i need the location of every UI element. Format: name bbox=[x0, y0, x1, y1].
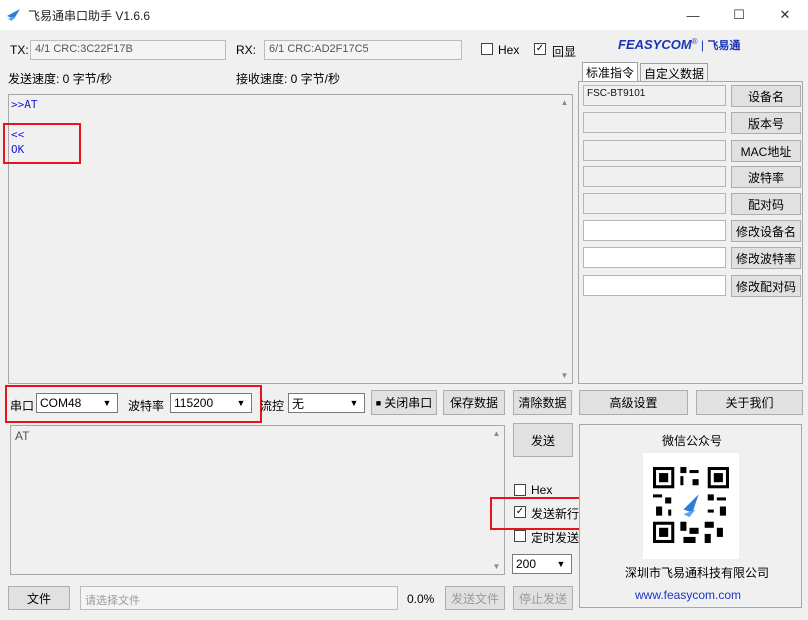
company-name: 深圳市飞易通科技有限公司 bbox=[625, 566, 770, 580]
tx-stats-field: 4/1 CRC:3C22F17B bbox=[30, 40, 226, 60]
send-hex-label: Hex bbox=[531, 483, 553, 497]
chevron-down-icon: ▼ bbox=[556, 559, 566, 569]
wechat-panel: 微信公众号 深圳市飞易通科技有限公司 www.feasycom.com bbox=[579, 424, 802, 608]
save-data-button[interactable]: 保存数据 bbox=[443, 390, 505, 415]
highlight-newline-box bbox=[490, 497, 587, 530]
rx-stats-field: 6/1 CRC:AD2F17C5 bbox=[264, 40, 462, 60]
clear-data-button[interactable]: 清除数据 bbox=[513, 390, 572, 415]
stop-square-icon: ■ bbox=[375, 397, 382, 408]
rx-label: RX: bbox=[236, 43, 257, 57]
recv-line-cmd: >>AT bbox=[11, 98, 38, 111]
modify-pairing-code-button[interactable]: 修改配对码 bbox=[731, 275, 801, 297]
brand-logo-cn: 飞易通 bbox=[707, 40, 741, 52]
modify-device-name-button[interactable]: 修改设备名 bbox=[731, 220, 801, 242]
chevron-down-icon: ▼ bbox=[349, 398, 359, 408]
send-progress-text: 0.0% bbox=[407, 592, 435, 606]
baud-rate-field[interactable] bbox=[583, 166, 726, 187]
flow-label: 流控 bbox=[260, 399, 285, 413]
qr-code-icon bbox=[653, 467, 729, 543]
tab-custom-data[interactable]: 自定义数据 bbox=[640, 63, 709, 82]
receive-area[interactable]: >>AT << OK ▲ ▼ bbox=[8, 94, 573, 384]
timer-send-checkbox[interactable] bbox=[514, 530, 526, 542]
highlight-port-box bbox=[5, 385, 262, 423]
scroll-down-icon[interactable]: ▼ bbox=[489, 559, 504, 574]
minimize-button[interactable]: — bbox=[670, 0, 716, 30]
modify-device-name-field[interactable] bbox=[583, 220, 726, 241]
maximize-button[interactable]: ☐ bbox=[716, 0, 762, 30]
website-link[interactable]: www.feasycom.com bbox=[635, 588, 741, 602]
timer-send-label: 定时发送 bbox=[531, 531, 580, 545]
pairing-code-field[interactable] bbox=[583, 193, 726, 214]
send-text: AT bbox=[15, 429, 30, 443]
file-button[interactable]: 文件 bbox=[8, 586, 70, 610]
hex-display-label: Hex bbox=[498, 43, 520, 57]
echo-checkbox[interactable]: ✓ bbox=[534, 43, 546, 55]
mac-address-field[interactable] bbox=[583, 140, 726, 161]
version-field[interactable] bbox=[583, 112, 726, 133]
send-speed-text: 发送速度: 0 字节/秒 bbox=[8, 72, 113, 86]
version-button[interactable]: 版本号 bbox=[731, 112, 801, 134]
mac-address-button[interactable]: MAC地址 bbox=[731, 140, 801, 162]
highlight-ok-box bbox=[3, 123, 81, 164]
pairing-code-button[interactable]: 配对码 bbox=[731, 193, 801, 215]
modify-pairing-code-field[interactable] bbox=[583, 275, 726, 296]
app-logo-icon bbox=[7, 9, 20, 21]
file-path-input[interactable]: 请选择文件 bbox=[80, 586, 398, 610]
device-name-button[interactable]: 设备名 bbox=[731, 85, 801, 107]
recv-speed-text: 接收速度: 0 字节/秒 bbox=[236, 72, 341, 86]
baud-rate-button[interactable]: 波特率 bbox=[731, 166, 801, 188]
scroll-up-icon[interactable]: ▲ bbox=[489, 426, 504, 441]
hex-display-checkbox[interactable] bbox=[481, 43, 493, 55]
scroll-up-icon[interactable]: ▲ bbox=[557, 95, 572, 110]
send-text-area[interactable]: AT ▲ ▼ bbox=[10, 425, 505, 575]
brand-logo-text: FEASYCOM bbox=[618, 37, 692, 52]
interval-value: 200 bbox=[516, 557, 537, 571]
interval-select[interactable]: 200 ▼ bbox=[512, 554, 572, 574]
stop-send-button[interactable]: 停止发送 bbox=[513, 586, 573, 610]
about-us-button[interactable]: 关于我们 bbox=[696, 390, 803, 415]
scroll-down-icon[interactable]: ▼ bbox=[557, 368, 572, 383]
device-name-field[interactable]: FSC-BT9101 bbox=[583, 85, 726, 106]
modify-baud-rate-field[interactable] bbox=[583, 247, 726, 268]
advanced-settings-button[interactable]: 高级设置 bbox=[579, 390, 688, 415]
close-port-label: 关闭串口 bbox=[384, 396, 433, 410]
wechat-title: 微信公众号 bbox=[662, 434, 723, 448]
qr-code-image bbox=[643, 453, 739, 559]
modify-baud-rate-button[interactable]: 修改波特率 bbox=[731, 247, 801, 269]
receive-scrollbar[interactable]: ▲ ▼ bbox=[557, 95, 572, 383]
close-port-button[interactable]: ■ 关闭串口 bbox=[371, 390, 437, 415]
window-title: 飞易通串口助手 V1.6.6 bbox=[28, 9, 151, 23]
close-button[interactable]: ✕ bbox=[762, 0, 808, 30]
tab-standard-commands[interactable]: 标准指令 bbox=[582, 62, 639, 82]
echo-label: 回显 bbox=[552, 45, 577, 59]
flow-select[interactable]: 无 ▼ bbox=[288, 393, 365, 413]
send-button[interactable]: 发送 bbox=[513, 423, 573, 457]
flow-value: 无 bbox=[292, 396, 305, 411]
tx-label: TX: bbox=[10, 43, 29, 57]
send-hex-checkbox[interactable] bbox=[514, 484, 526, 496]
brand-logo: FEASYCOM® | 飞易通 bbox=[618, 37, 741, 52]
send-file-button[interactable]: 发送文件 bbox=[445, 586, 505, 610]
